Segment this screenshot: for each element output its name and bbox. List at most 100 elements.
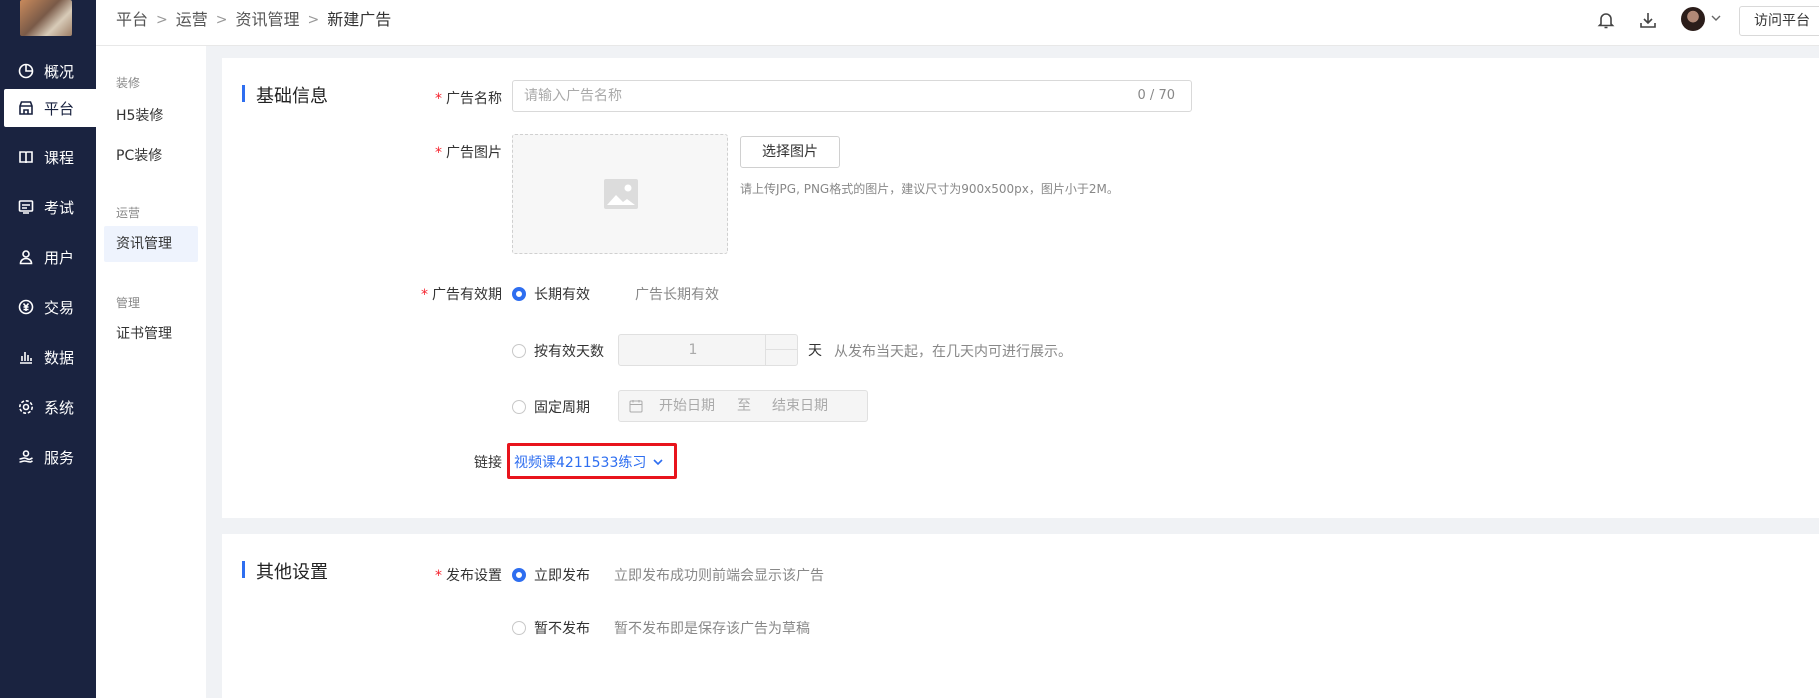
radio-dot — [512, 621, 526, 635]
sidebar-item-users[interactable]: 用户 — [4, 238, 96, 276]
sidebar-item-label: 考试 — [44, 198, 75, 217]
date-range-picker[interactable]: 开始日期 至 结束日期 — [618, 390, 868, 422]
sidebar-item-service[interactable]: 服务 — [4, 438, 96, 476]
subnav-group-title: 管理 — [116, 296, 141, 310]
subnav-item-certificates[interactable]: 证书管理 — [104, 316, 198, 352]
sidebar-item-label: 课程 — [44, 148, 75, 167]
breadcrumb-item[interactable]: 运营 — [176, 0, 208, 40]
ad-name-input[interactable]: 请输入广告名称 0 / 70 — [512, 80, 1192, 112]
breadcrumb-item[interactable]: 平台 — [116, 0, 148, 40]
chevron-right-icon: > — [156, 12, 168, 28]
radio-label: 按有效天数 — [534, 344, 604, 360]
sidebar-item-label: 数据 — [44, 348, 75, 367]
image-upload-area[interactable] — [512, 134, 728, 254]
sidebar-item-label: 概况 — [44, 62, 75, 81]
required-mark: * — [435, 145, 442, 161]
sidebar-item-exams[interactable]: 考试 — [4, 188, 96, 226]
radio-label: 固定周期 — [534, 400, 590, 416]
validity-label: * 广告有效期 — [382, 284, 502, 304]
main-sidebar: 概况 平台 课程 考试 用户 交易 数据 系统 服务 — [0, 0, 96, 698]
sidebar-item-label: 服务 — [44, 448, 75, 467]
sidebar-item-platform[interactable]: 平台 — [4, 89, 96, 127]
download-icon[interactable] — [1638, 10, 1658, 30]
top-bar: 平台 > 运营 > 资讯管理 > 新建广告 访问平台 — [96, 0, 1819, 46]
sidebar-item-label: 平台 — [44, 99, 75, 118]
avatar[interactable] — [1681, 7, 1705, 31]
breadcrumb: 平台 > 运营 > 资讯管理 > 新建广告 — [116, 0, 391, 40]
days-unit: 天 — [808, 343, 822, 359]
choose-image-button[interactable]: 选择图片 — [740, 136, 840, 168]
secondary-nav: 装修 H5装修 PC装修 运营 资讯管理 管理 证书管理 — [96, 46, 206, 698]
radio-label: 立即发布 — [534, 568, 590, 584]
calendar-icon — [629, 400, 643, 413]
radio-dot — [512, 400, 526, 414]
chevron-down-icon[interactable] — [1710, 12, 1722, 24]
currency-icon — [18, 299, 34, 315]
pie-chart-icon — [18, 63, 34, 79]
days-hint: 从发布当天起，在几天内可进行展示。 — [834, 344, 1072, 360]
bell-icon[interactable] — [1596, 10, 1616, 30]
section-title: 其他设置 — [242, 558, 328, 584]
sidebar-item-label: 用户 — [44, 248, 75, 267]
input-placeholder: 请输入广告名称 — [524, 88, 622, 104]
link-select[interactable]: 视频课4211533练习 — [514, 452, 664, 472]
exam-icon — [18, 199, 34, 215]
publish-radio-later[interactable]: 暂不发布 — [512, 618, 590, 638]
book-icon — [18, 149, 34, 165]
publish-later-desc: 暂不发布即是保存该广告为草稿 — [614, 621, 810, 637]
radio-dot — [512, 344, 526, 358]
radio-dot — [512, 568, 526, 582]
label-text: 广告名称 — [446, 91, 502, 107]
sidebar-item-overview[interactable]: 概况 — [4, 52, 96, 90]
publish-radio-now[interactable]: 立即发布 — [512, 565, 590, 585]
validity-radio-days[interactable]: 按有效天数 — [512, 341, 604, 361]
validity-radio-long-term[interactable]: 长期有效 — [512, 284, 590, 304]
sidebar-item-label: 系统 — [44, 398, 75, 417]
date-end: 结束日期 — [772, 398, 828, 414]
link-value: 视频课4211533练习 — [514, 455, 647, 471]
section-title: 基础信息 — [242, 82, 328, 108]
radio-label: 长期有效 — [534, 287, 590, 303]
ad-image-label: * 广告图片 — [382, 142, 502, 162]
subnav-item-pc[interactable]: PC装修 — [104, 138, 198, 174]
label-text: 广告有效期 — [432, 287, 502, 303]
image-hint: 请上传JPG, PNG格式的图片，建议尺寸为900x500px，图片小于2M。 — [740, 182, 1119, 196]
bar-chart-icon — [18, 349, 34, 365]
radio-label: 暂不发布 — [534, 621, 590, 637]
required-mark: * — [421, 287, 428, 303]
breadcrumb-current: 新建广告 — [327, 10, 392, 29]
required-mark: * — [435, 568, 442, 584]
subnav-item-h5[interactable]: H5装修 — [104, 98, 198, 134]
sidebar-item-trade[interactable]: 交易 — [4, 288, 96, 326]
service-icon — [18, 449, 34, 465]
gear-icon — [18, 399, 34, 415]
sidebar-item-courses[interactable]: 课程 — [4, 138, 96, 176]
label-text: 广告图片 — [446, 145, 502, 161]
subnav-group-title: 装修 — [116, 76, 141, 90]
chevron-down-icon — [653, 459, 663, 466]
sidebar-item-system[interactable]: 系统 — [4, 388, 96, 426]
publish-now-desc: 立即发布成功则前端会显示该广告 — [614, 568, 824, 584]
sidebar-item-data[interactable]: 数据 — [4, 338, 96, 376]
visit-platform-button[interactable]: 访问平台 — [1739, 6, 1819, 36]
logo[interactable] — [20, 0, 72, 36]
store-icon — [18, 100, 34, 116]
validity-long-term-desc: 广告长期有效 — [635, 287, 719, 303]
date-start: 开始日期 — [659, 398, 715, 414]
subnav-item-news[interactable]: 资讯管理 — [104, 226, 198, 262]
stepper-arrows[interactable] — [765, 335, 797, 365]
chevron-right-icon: > — [215, 12, 228, 28]
char-counter: 0 / 70 — [1137, 88, 1175, 103]
link-label: 链接 — [474, 455, 502, 471]
user-icon — [18, 249, 34, 265]
days-value: 1 — [688, 342, 698, 358]
basic-info-card: 基础信息 * 广告名称 请输入广告名称 0 / 70 * 广告图片 选择图片 请上传… — [222, 58, 1819, 518]
breadcrumb-item[interactable]: 资讯管理 — [236, 0, 300, 40]
date-separator: 至 — [737, 398, 751, 414]
label-text: 发布设置 — [446, 568, 502, 584]
validity-radio-fixed[interactable]: 固定周期 — [512, 397, 590, 417]
other-settings-card: 其他设置 * 发布设置 立即发布 立即发布成功则前端会显示该广告 暂不发布 暂不发… — [222, 534, 1819, 698]
radio-dot — [512, 287, 526, 301]
days-input[interactable]: 1 — [618, 334, 798, 366]
ad-name-label: * 广告名称 — [382, 88, 502, 108]
